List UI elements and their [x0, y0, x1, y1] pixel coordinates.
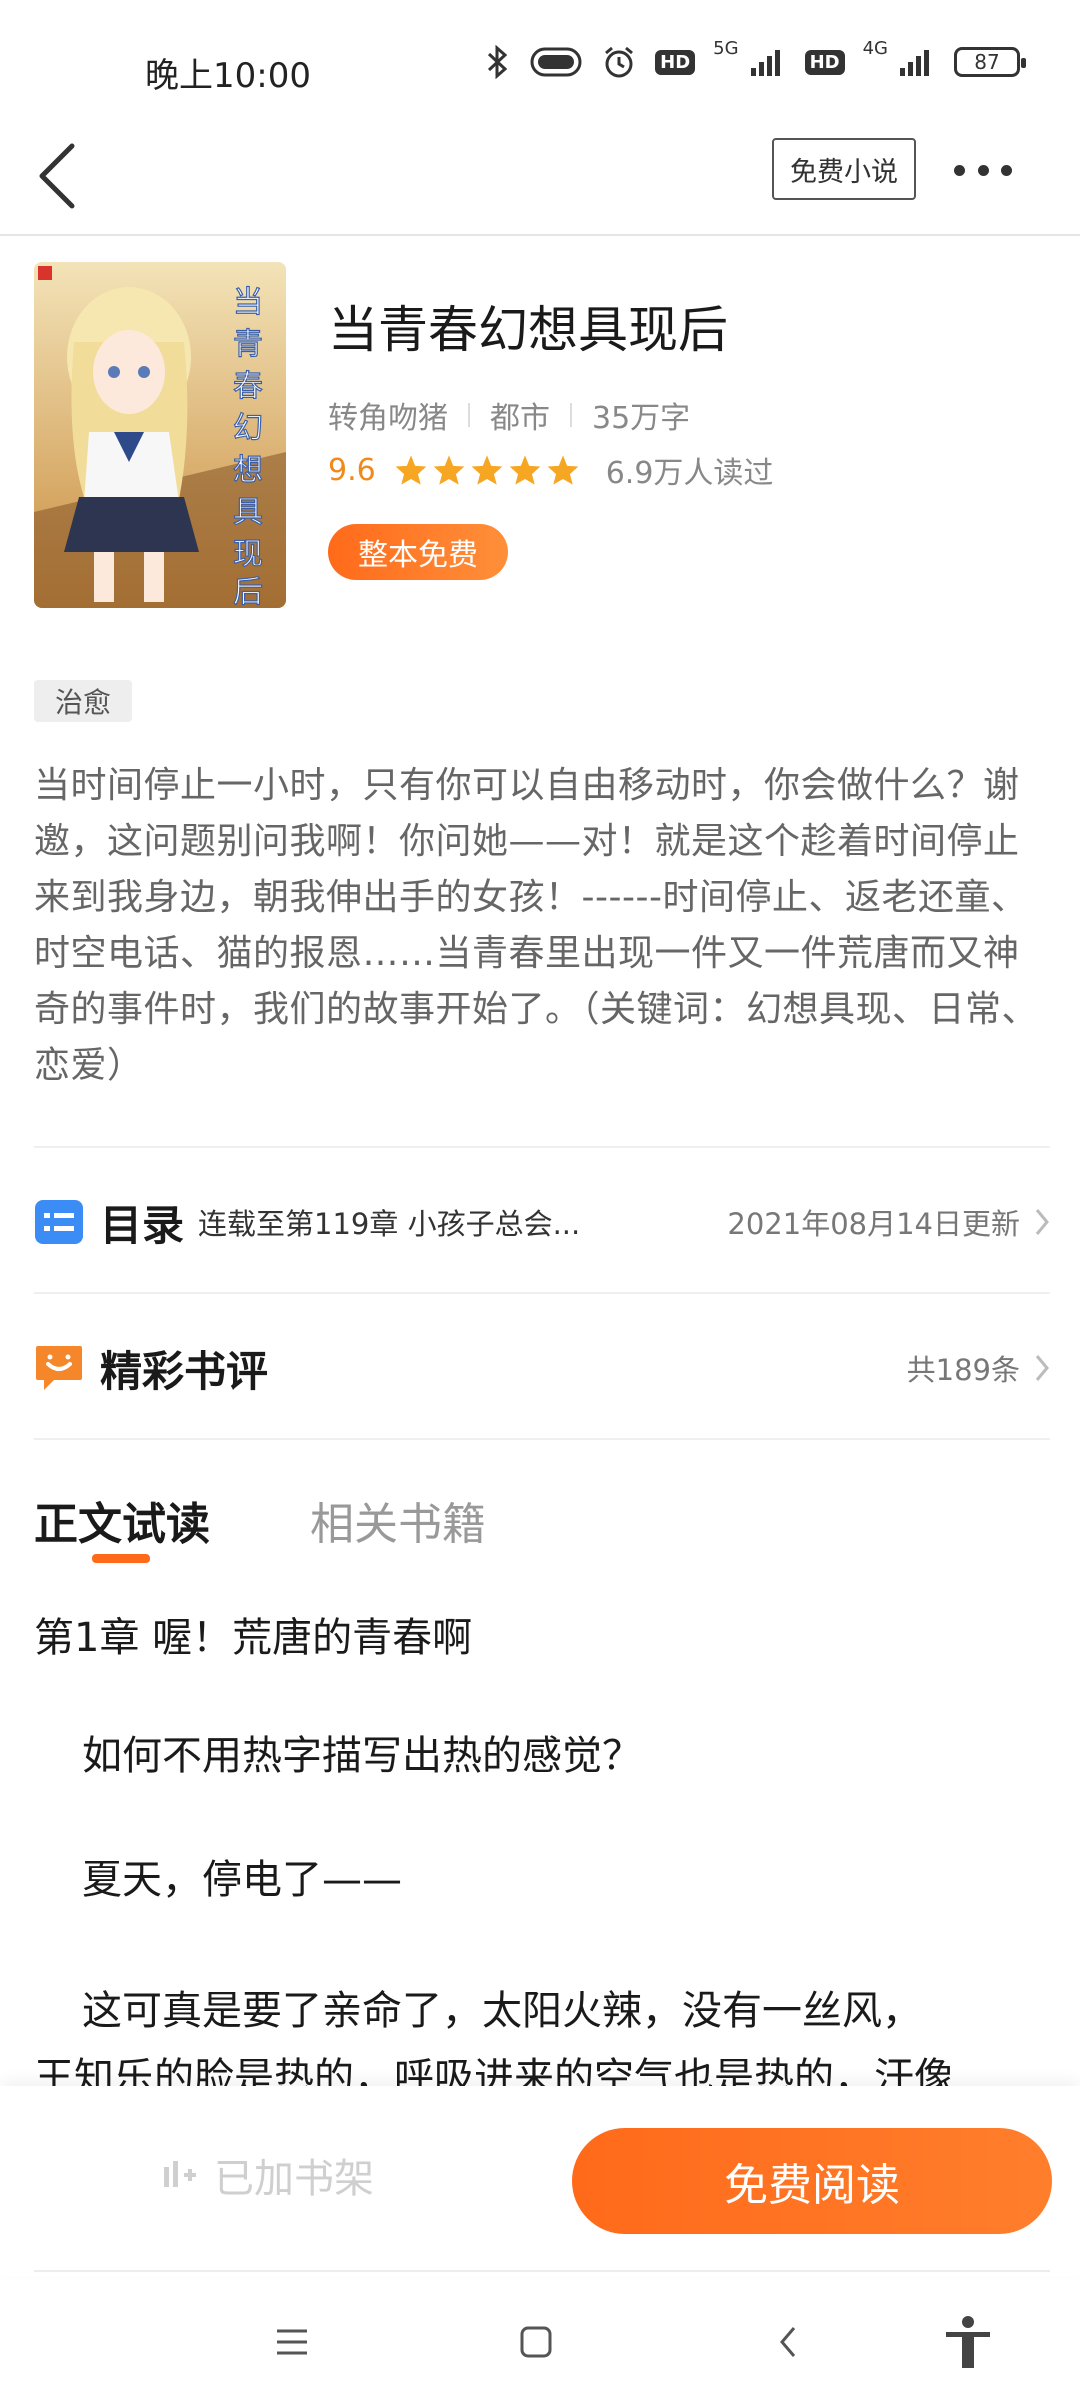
catalog-updated: 2021年08月14日更新: [727, 1207, 1020, 1241]
hd-badge-2: HD: [804, 49, 845, 75]
back-arrow-icon: [39, 143, 75, 209]
chevron-right-icon: [1035, 1355, 1049, 1381]
catalog-title: 目录: [100, 1200, 185, 1250]
preview-paragraph: 这可真是要了亲命了，太阳火辣，没有一丝风，: [82, 1988, 922, 2034]
recents-button[interactable]: [262, 2312, 322, 2372]
section-divider: [34, 1438, 1050, 1440]
book-word-count: 35万字: [592, 401, 691, 436]
alarm-icon: [605, 46, 634, 78]
more-dot-icon: [977, 164, 989, 176]
section-divider: [34, 1146, 1050, 1148]
rating-score: 9.6: [328, 452, 376, 488]
catalog-icon: [35, 1200, 83, 1244]
tab-related-books[interactable]: 相关书籍: [310, 1488, 486, 1552]
more-dot-icon: [954, 164, 965, 176]
free-badge: 整本免费: [328, 524, 508, 580]
home-square-icon: [520, 2326, 552, 2358]
reader-count: 6.9万人读过: [605, 456, 774, 491]
star-icon: [395, 455, 427, 485]
reviews-title: 精彩书评: [100, 1346, 269, 1396]
bottom-action-bar: 已加书架 免费阅读: [0, 2086, 1080, 2276]
bluetooth-icon: [488, 45, 508, 79]
status-time: 晚上10:00: [145, 56, 311, 96]
star-icon: [509, 455, 541, 485]
cover-illustration: 当 青 春 幻 想 具 现 后: [34, 262, 286, 608]
tab-label: 正文试读: [34, 1499, 210, 1550]
book-cover[interactable]: 当 青 春 幻 想 具 现 后: [34, 262, 286, 608]
book-synopsis[interactable]: 当时间停止一小时，只有你可以自由移动时，你会做什么？谢邀，这问题别问我啊！你问她…: [34, 758, 1050, 1094]
meta-divider: [570, 403, 572, 427]
system-back-button[interactable]: [758, 2312, 818, 2372]
book-category[interactable]: 都市: [490, 393, 550, 437]
star-icon: [547, 455, 579, 485]
svg-text:后: 后: [233, 575, 263, 608]
catalog-latest-chapter: 连载至第119章 小孩子总会...: [198, 1207, 581, 1241]
tab-preview[interactable]: 正文试读: [34, 1488, 210, 1563]
rating-stars: [394, 454, 580, 486]
top-nav: 免费小说: [0, 130, 1080, 236]
svg-text:青: 青: [233, 327, 263, 362]
free-read-button[interactable]: 免费阅读: [572, 2128, 1052, 2234]
catalog-row[interactable]: 目录 连载至第119章 小孩子总会... 2021年08月14日更新: [34, 1172, 1050, 1272]
book-author[interactable]: 转角吻猪: [328, 393, 448, 437]
chapter-title: 第1章 喔！荒唐的青春啊: [34, 1615, 473, 1661]
reviews-icon: [36, 1346, 82, 1390]
book-meta: 转角吻猪 都市 35万字: [328, 393, 690, 437]
home-button[interactable]: [506, 2312, 566, 2372]
nav-divider: [34, 2270, 1050, 2272]
more-dot-icon: [1001, 164, 1012, 176]
section-divider: [34, 1292, 1050, 1294]
shelf-label: 已加书架: [214, 2156, 374, 2202]
book-title: 当青春幻想具现后: [328, 301, 728, 359]
signal-icon-2: [900, 50, 929, 76]
rating-row: 9.6 6.9万人读过: [328, 448, 773, 492]
back-chevron-icon: [780, 2327, 796, 2357]
svg-text:春: 春: [233, 369, 263, 404]
network-label-5g: 5G: [713, 37, 739, 59]
star-icon: [471, 455, 503, 485]
menu-icon: [277, 2329, 307, 2355]
vibrate-icon: [530, 47, 582, 77]
add-to-shelf-button[interactable]: 已加书架: [160, 2146, 374, 2204]
genre-tag[interactable]: 治愈: [34, 680, 132, 722]
svg-text:幻: 幻: [233, 411, 263, 446]
accessibility-button[interactable]: [938, 2312, 998, 2372]
status-icons: HD 5G HD 4G 87: [485, 38, 1026, 80]
battery-level: 87: [974, 50, 1000, 74]
reviews-row[interactable]: 精彩书评 共189条: [34, 1318, 1050, 1418]
chevron-right-icon: [1035, 1209, 1049, 1235]
battery-icon: 87: [954, 47, 1026, 77]
svg-text:当: 当: [233, 285, 263, 320]
reviews-count: 共189条: [906, 1353, 1020, 1387]
preview-paragraph: 如何不用热字描写出热的感觉？: [82, 1733, 642, 1779]
svg-text:想: 想: [233, 453, 263, 488]
meta-divider: [468, 403, 470, 427]
back-button[interactable]: [30, 136, 90, 216]
bookshelf-icon: [164, 2161, 196, 2187]
tab-active-indicator: [92, 1554, 150, 1563]
more-options-button[interactable]: [948, 140, 1018, 200]
content-tabs: 正文试读 相关书籍: [34, 1488, 586, 1563]
free-novel-button[interactable]: 免费小说: [772, 138, 916, 200]
system-nav-bar: [0, 2290, 1080, 2400]
accessibility-icon: [946, 2316, 990, 2368]
hd-badge: HD: [655, 49, 696, 75]
preview-paragraph: 夏天，停电了——: [82, 1857, 402, 1903]
svg-text:现: 现: [233, 537, 263, 572]
star-icon: [433, 455, 465, 485]
status-bar: 晚上10:00 HD 5G HD 4G 87: [0, 0, 1080, 140]
svg-text:具: 具: [233, 495, 263, 530]
network-label-4g: 4G: [862, 37, 888, 59]
tab-label: 相关书籍: [310, 1499, 486, 1550]
signal-icon: [750, 50, 780, 76]
